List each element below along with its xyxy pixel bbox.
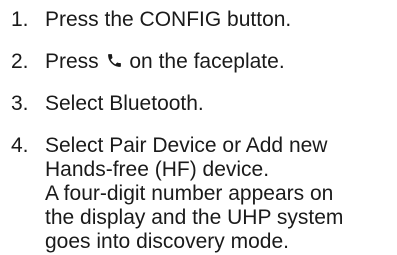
phone-icon — [106, 52, 123, 69]
step-number: 3. — [11, 92, 29, 115]
step-text-line: goes into discovery mode. — [45, 230, 289, 253]
step-text-line: the display and the UHP system — [45, 206, 344, 229]
step-text-before-icon: Press — [45, 50, 99, 73]
step-4: 4. Select Pair Device or Add new Hands-f… — [0, 134, 397, 254]
step-text: Press the CONFIG button. — [45, 8, 292, 31]
step-number: 2. — [11, 50, 29, 73]
step-number: 1. — [11, 8, 29, 31]
step-text-line: Select Pair Device or Add new — [45, 134, 328, 157]
step-3: 3. Select Bluetooth. — [0, 92, 397, 116]
step-text-line: A four-digit number appears on — [45, 182, 334, 205]
step-text: Press on the faceplate. — [45, 50, 397, 74]
step-1: 1. Press the CONFIG button. — [0, 8, 397, 32]
step-text-after-icon: on the faceplate. — [129, 50, 285, 73]
step-text-line: Hands-free (HF) device. — [45, 158, 270, 181]
step-number: 4. — [11, 134, 29, 157]
step-2: 2. Press on the faceplate. — [0, 50, 397, 74]
step-text: Select Bluetooth. — [45, 92, 204, 115]
